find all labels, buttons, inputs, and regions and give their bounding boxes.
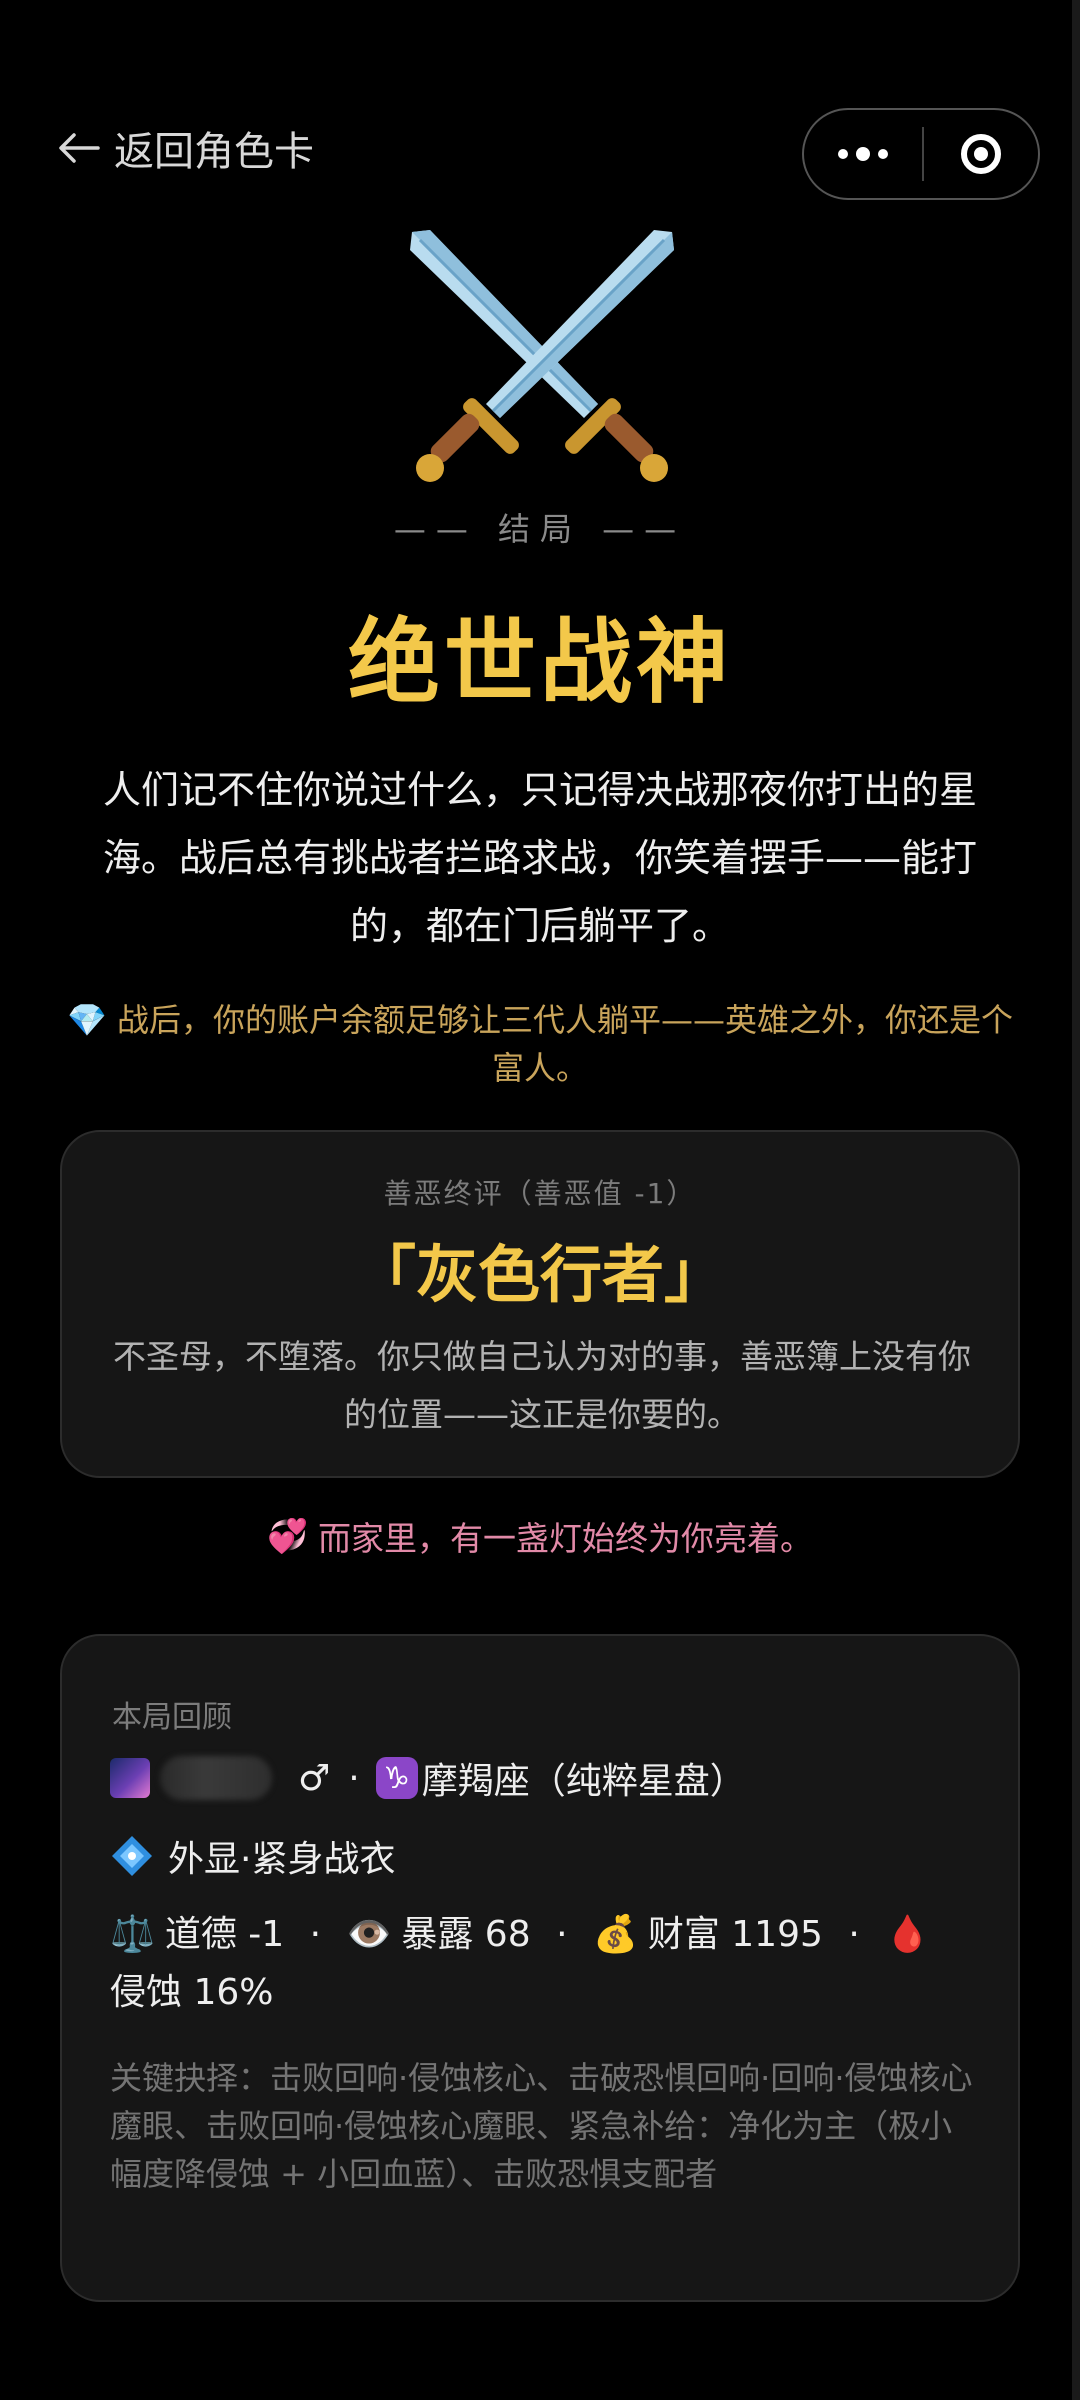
hearts-icon: 💞 xyxy=(266,1516,309,1555)
back-to-character-card-link[interactable]: 返回角色卡 xyxy=(58,118,314,178)
galaxy-icon xyxy=(110,1758,150,1798)
ending-description: 人们记不住你说过什么，只记得决战那夜你打出的星海。战后总有挑战者拦路求战，你笑着… xyxy=(102,768,977,948)
crossed-swords-icon xyxy=(410,230,674,482)
key-choices-text: 关键抉择：击败回响·侵蚀核心、击破恐惧回响·回响·侵蚀核心魔眼、击败回响·侵蚀核… xyxy=(110,2059,973,2193)
recap-label: 本局回顾 xyxy=(112,1700,232,1735)
money-bag-icon: 💰 xyxy=(592,1914,638,1955)
morality-title: 「灰色行者」 xyxy=(353,1238,726,1311)
stat-separator: · xyxy=(556,1914,568,1955)
identity-separator: · xyxy=(348,1757,360,1799)
recap-identity-row: ♂ · ♑ 摩羯座（纯粹星盘） xyxy=(110,1752,970,1804)
family-note: 💞 而家里，有一盏灯始终为你亮着。 xyxy=(0,1512,1080,1560)
stat-corrosion: 侵蚀 16% xyxy=(110,1972,274,2013)
eye-icon: 👁️ xyxy=(346,1914,392,1955)
morality-label: 善恶终评（善恶值 -1） xyxy=(383,1177,697,1210)
morality-verdict-card: 善恶终评（善恶值 -1） 「灰色行者」 不圣母，不堕落。你只做自己认为对的事，善… xyxy=(60,1130,1020,1478)
wealth-note-text: 战后，你的账户余额足够让三代人躺平——英雄之外，你还是个富人。 xyxy=(117,1001,1014,1087)
gem-icon: 💎 xyxy=(66,1001,107,1039)
recap-appearance-row: 外显·紧身战衣 xyxy=(110,1830,970,1882)
stat-exposure: 暴露 68 xyxy=(401,1914,531,1955)
scrollbar-track xyxy=(1072,0,1080,2400)
zodiac-text: 摩羯座（纯粹星盘） xyxy=(421,1761,746,1802)
stat-morality: 道德 -1 xyxy=(164,1914,285,1955)
miniprogram-capsule xyxy=(802,108,1040,200)
scales-icon: ⚖️ xyxy=(110,1914,155,1955)
ending-title: 绝世战神 xyxy=(347,609,732,716)
stat-separator: · xyxy=(309,1914,322,1955)
morality-description: 不圣母，不堕落。你只做自己认为对的事，善恶簿上没有你的位置——这正是你要的。 xyxy=(113,1337,971,1434)
ending-label: —— 结局 —— xyxy=(393,510,687,548)
stat-wealth: 财富 1195 xyxy=(647,1914,823,1955)
appearance-text: 外显·紧身战衣 xyxy=(168,1839,396,1880)
arrow-left-icon xyxy=(59,133,100,163)
wealth-note: 💎 战后，你的账户余额足够让三代人躺平——英雄之外，你还是个富人。 xyxy=(60,996,1020,1092)
target-close-icon[interactable] xyxy=(924,110,1038,198)
capricorn-icon: ♑ xyxy=(375,1757,418,1799)
back-link-label: 返回角色卡 xyxy=(114,129,314,175)
blurred-player-name xyxy=(160,1756,272,1800)
blue-diamond-icon xyxy=(112,1836,152,1876)
family-note-text: 而家里，有一盏灯始终为你亮着。 xyxy=(318,1519,814,1558)
stat-separator: · xyxy=(848,1914,860,1955)
male-symbol-icon: ♂ xyxy=(298,1757,331,1799)
recap-stats-row: ⚖️ 道德 -1 · 👁️ 暴露 68 · 💰 财富 1195 · 🩸 侵蚀 16% xyxy=(110,1906,970,2022)
blood-drop-icon: 🩸 xyxy=(885,1914,931,1955)
more-dots-icon[interactable] xyxy=(804,110,922,198)
